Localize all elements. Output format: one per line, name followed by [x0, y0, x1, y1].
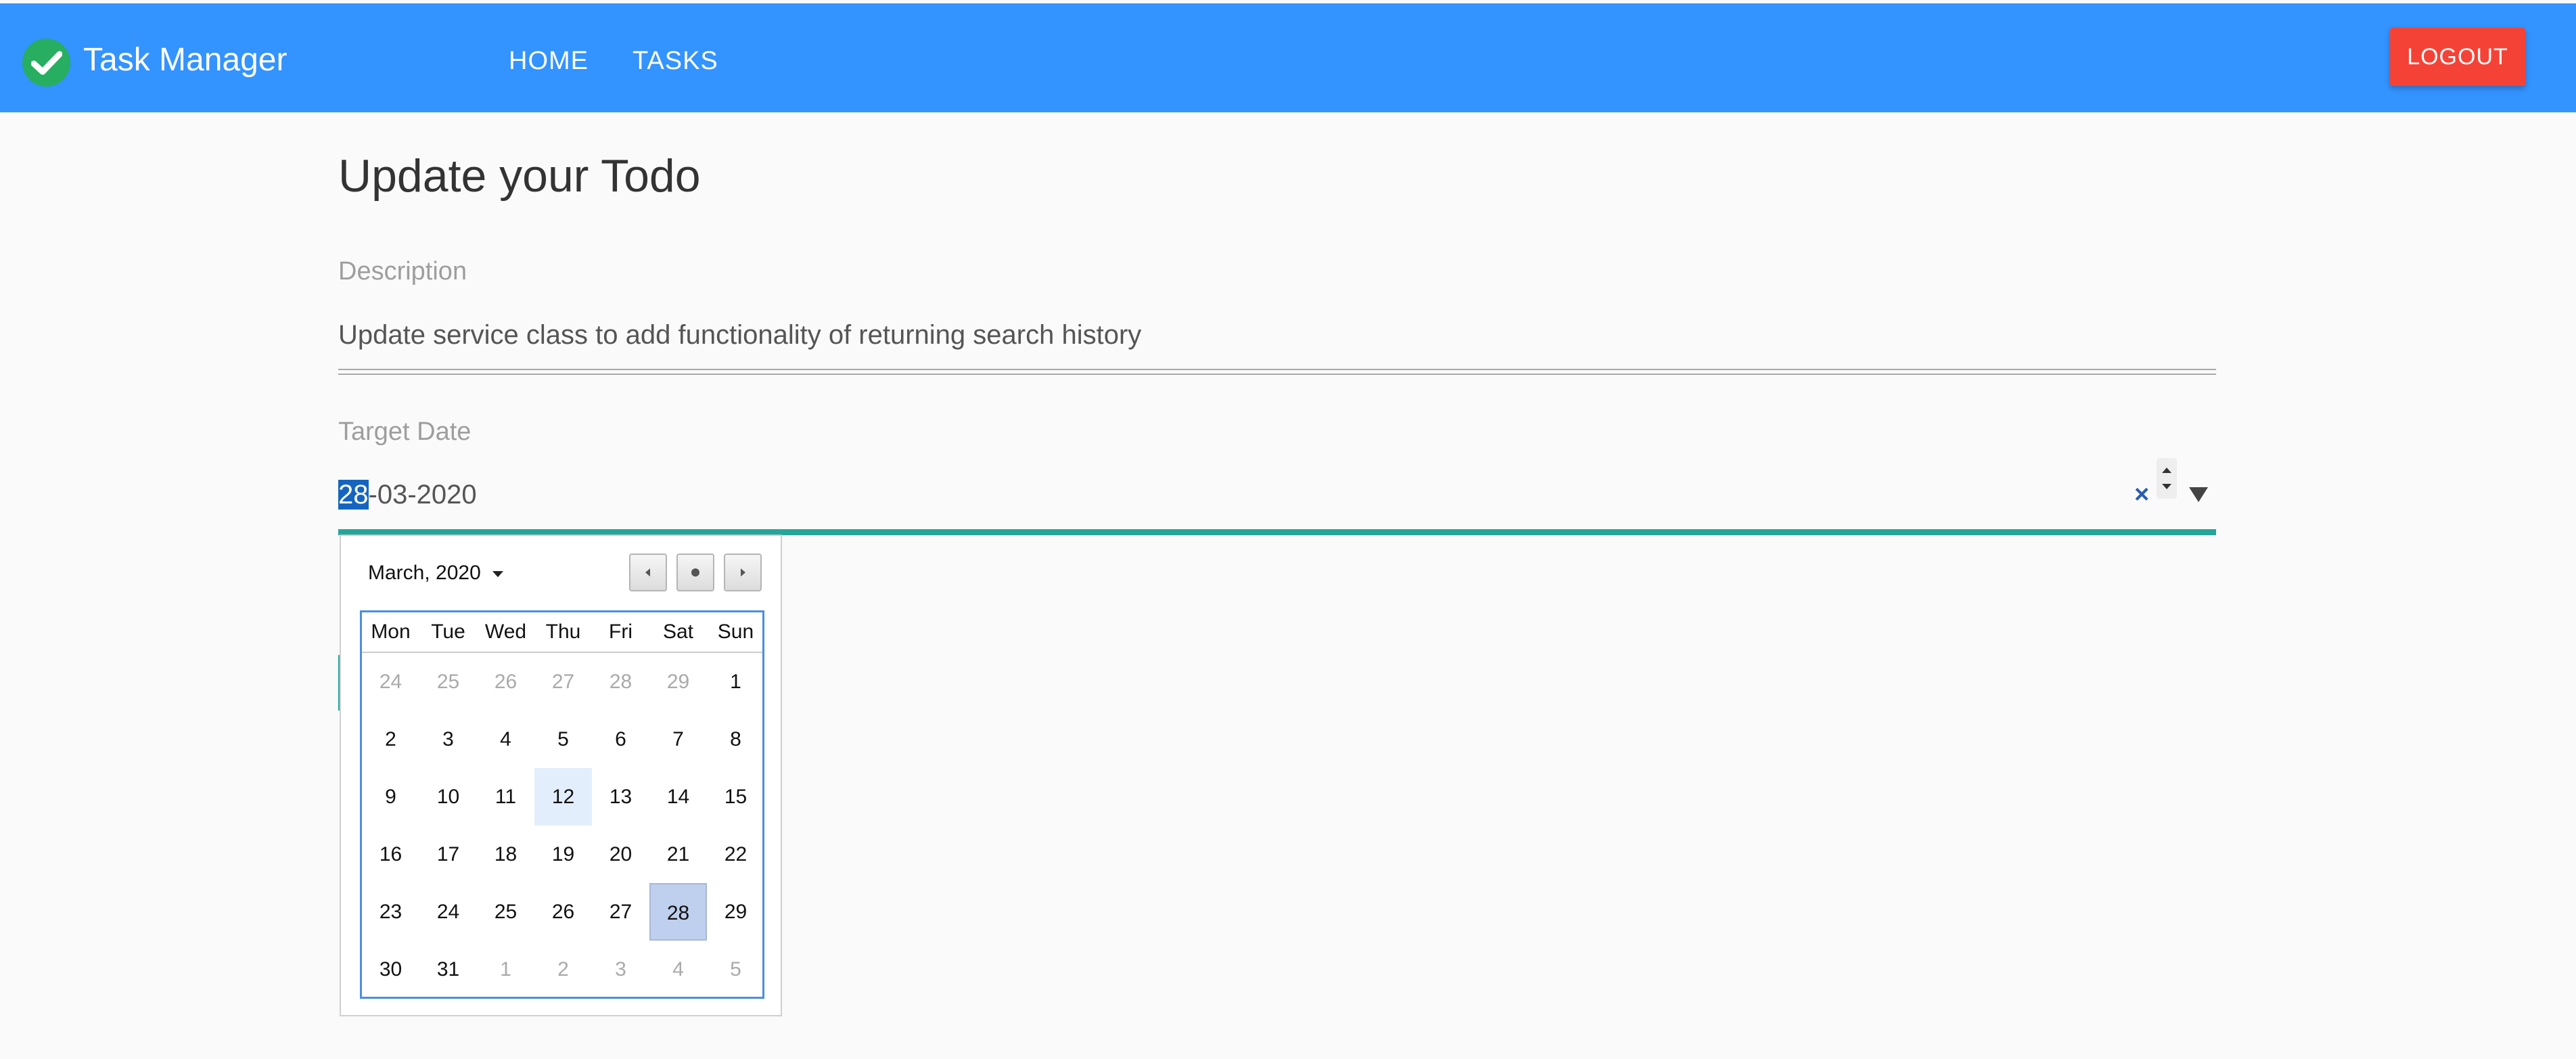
caret-down-icon [492, 571, 504, 578]
weekday-thu: Thu [545, 621, 581, 643]
date-dropdown-arrow-icon[interactable] [2185, 480, 2212, 508]
dot-icon [691, 568, 699, 577]
calendar-day[interactable]: 24 [419, 883, 477, 941]
clear-date-icon[interactable]: × [2134, 480, 2149, 510]
calendar-day[interactable]: 2 [534, 941, 592, 998]
calendar-day[interactable]: 6 [592, 711, 649, 768]
calendar-day[interactable]: 28 [592, 653, 649, 711]
target-date-label: Target Date [338, 418, 472, 446]
today-button[interactable] [676, 554, 714, 591]
calendar-day[interactable]: 23 [362, 883, 419, 941]
calendar-day[interactable]: 12 [534, 768, 592, 826]
calendar-day[interactable]: 26 [477, 653, 534, 711]
calendar-day[interactable]: 2 [362, 711, 419, 768]
calendar-day[interactable]: 25 [477, 883, 534, 941]
checkmark-logo-icon [22, 39, 70, 87]
calendar-day[interactable]: 1 [477, 941, 534, 998]
calendar-day[interactable]: 7 [649, 711, 707, 768]
calendar-day[interactable]: 24 [362, 653, 419, 711]
calendar-day[interactable]: 8 [707, 711, 764, 768]
calendar-day[interactable]: 20 [592, 826, 649, 883]
calendar-day[interactable]: 18 [477, 826, 534, 883]
calendar-day[interactable]: 25 [419, 653, 477, 711]
weekday-sat: Sat [662, 621, 694, 643]
top-navbar: Task Manager HOME TASKS LOGOUT [0, 3, 2576, 112]
calendar-day[interactable]: 14 [649, 768, 707, 826]
calendar-day[interactable]: 31 [419, 941, 477, 998]
date-day-segment[interactable]: 28 [338, 480, 369, 510]
calendar-day[interactable]: 30 [362, 941, 419, 998]
date-rest-segment[interactable]: -03-2020 [369, 480, 477, 510]
calendar-day[interactable]: 1 [707, 653, 764, 711]
calendar-day[interactable]: 29 [707, 883, 764, 941]
calendar-day[interactable]: 27 [534, 653, 592, 711]
calendar-day[interactable]: 19 [534, 826, 592, 883]
weekday-wed: Wed [484, 621, 527, 643]
description-underline [338, 369, 2216, 375]
prev-month-button[interactable] [629, 554, 667, 591]
triangle-left-icon [645, 568, 650, 577]
calendar-day[interactable]: 29 [649, 653, 707, 711]
logout-button[interactable]: LOGOUT [2390, 28, 2525, 86]
calendar-day[interactable]: 21 [649, 826, 707, 883]
triangle-right-icon [741, 568, 745, 577]
weekday-fri: Fri [609, 621, 632, 643]
weekday-sun: Sun [717, 621, 754, 643]
calendar-day[interactable]: 22 [707, 826, 764, 883]
calendar-day[interactable]: 9 [362, 768, 419, 826]
description-label: Description [338, 257, 467, 286]
calendar-day[interactable]: 3 [592, 941, 649, 998]
calendar-day[interactable]: 15 [707, 768, 764, 826]
month-year-selector[interactable]: March, 2020 [368, 560, 505, 587]
calendar-grid: Mon Tue Wed Thu Fri Sat Sun 24 25 26 27 28 29… [360, 610, 764, 999]
nav-tasks-link[interactable]: TASKS [632, 43, 718, 79]
date-spinner[interactable] [2155, 457, 2178, 500]
calendar-day[interactable]: 28 [649, 883, 707, 941]
description-input[interactable]: Update service class to add functionalit… [338, 318, 1141, 352]
calendar-day[interactable]: 4 [649, 941, 707, 998]
calendar-day[interactable]: 5 [534, 711, 592, 768]
weekday-mon: Mon [371, 621, 411, 643]
calendar-day[interactable]: 3 [419, 711, 477, 768]
target-date-input[interactable]: 28-03-2020 [338, 477, 477, 512]
calendar-day[interactable]: 13 [592, 768, 649, 826]
calendar-day[interactable]: 10 [419, 768, 477, 826]
calendar-day[interactable]: 11 [477, 768, 534, 826]
app-brand[interactable]: Task Manager [83, 39, 287, 82]
date-picker-popup: March, 2020 Mon Tue Wed Thu Fri Sat Sun … [340, 535, 782, 1016]
calendar-day[interactable]: 26 [534, 883, 592, 941]
month-year-label: March, 2020 [368, 562, 481, 584]
calendar-day[interactable]: 16 [362, 826, 419, 883]
weekday-tue: Tue [431, 621, 465, 643]
page-title: Update your Todo [338, 150, 701, 202]
weekday-header: Mon Tue Wed Thu Fri Sat Sun [362, 612, 762, 653]
calendar-day[interactable]: 5 [707, 941, 764, 998]
calendar-day[interactable]: 4 [477, 711, 534, 768]
next-month-button[interactable] [724, 554, 762, 591]
calendar-day[interactable]: 17 [419, 826, 477, 883]
nav-home-link[interactable]: HOME [509, 43, 589, 79]
calendar-day[interactable]: 27 [592, 883, 649, 941]
